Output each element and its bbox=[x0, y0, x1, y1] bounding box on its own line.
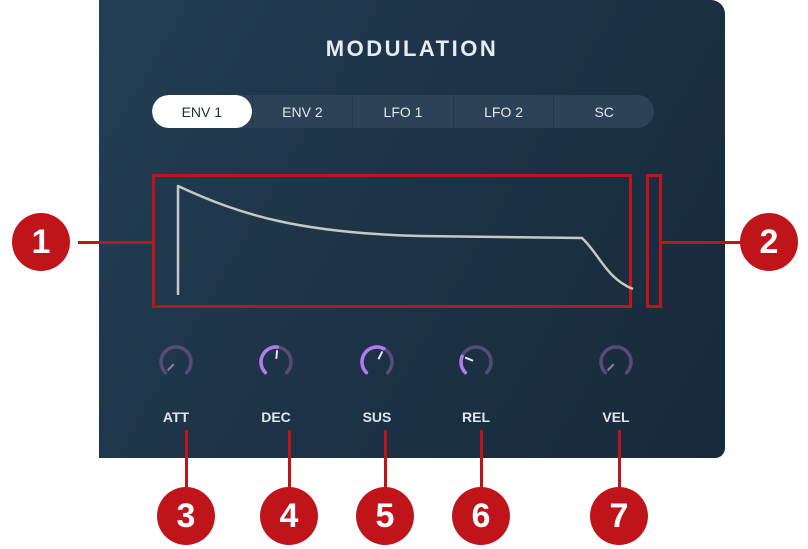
callout-line-5 bbox=[384, 430, 387, 492]
knob-value-arc bbox=[459, 354, 468, 375]
callout-badge-4: 4 bbox=[260, 487, 318, 545]
att-knob[interactable] bbox=[156, 342, 196, 382]
att-label: ATT bbox=[162, 409, 190, 425]
rel-label: REL bbox=[462, 409, 490, 425]
callout-badge-1: 1 bbox=[12, 213, 70, 271]
callout-line-6 bbox=[480, 430, 483, 492]
vel-knob[interactable] bbox=[596, 342, 636, 382]
knob-track bbox=[159, 345, 193, 375]
callout-line-1 bbox=[78, 241, 152, 244]
dec-knob[interactable] bbox=[256, 342, 296, 382]
rel-knob[interactable] bbox=[456, 342, 496, 382]
callout-badge-3: 3 bbox=[157, 487, 215, 545]
callout-badge-5: 5 bbox=[356, 487, 414, 545]
vel-label: VEL bbox=[602, 409, 630, 425]
callout-line-3 bbox=[185, 430, 188, 492]
knob-indicator bbox=[377, 351, 383, 360]
callout-line-2 bbox=[662, 241, 752, 244]
knob-indicator bbox=[167, 363, 175, 371]
knob-value-arc bbox=[259, 345, 280, 375]
knob-track bbox=[599, 345, 633, 375]
knob-value-arc bbox=[360, 345, 386, 375]
dec-label: DEC bbox=[261, 409, 291, 425]
envelope-graph bbox=[176, 184, 634, 295]
sus-label: SUS bbox=[362, 409, 392, 425]
knob-indicator bbox=[275, 350, 279, 360]
knob-track bbox=[459, 345, 493, 375]
envelope-curve bbox=[176, 184, 634, 295]
sus-knob[interactable] bbox=[357, 342, 397, 382]
callout-line-7 bbox=[618, 430, 621, 492]
callout-badge-6: 6 bbox=[452, 487, 510, 545]
callout-line-4 bbox=[288, 430, 291, 492]
callout-badge-7: 7 bbox=[590, 487, 648, 545]
callout-badge-2: 2 bbox=[740, 213, 798, 271]
knob-indicator bbox=[464, 356, 474, 362]
knob-indicator bbox=[607, 363, 615, 371]
